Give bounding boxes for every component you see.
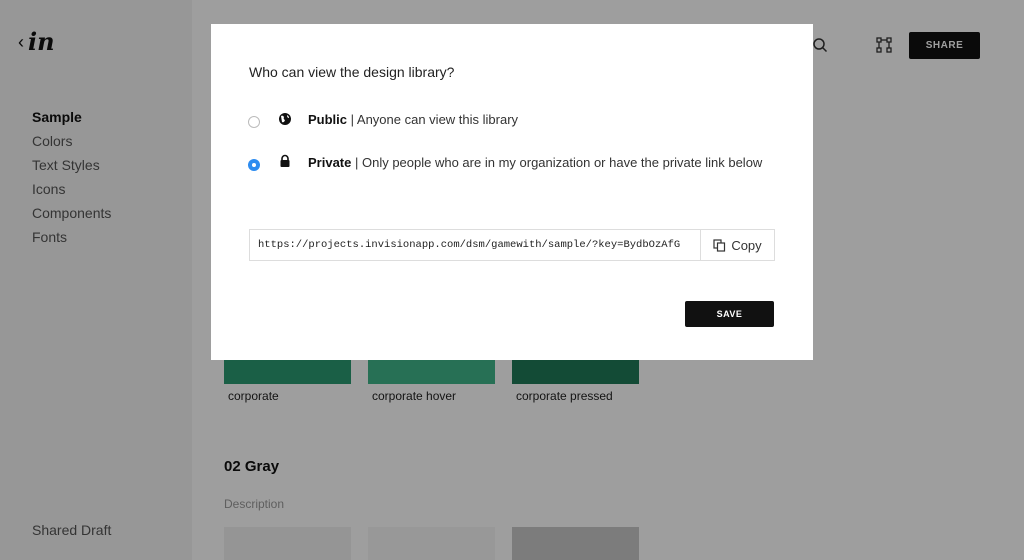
radio-private[interactable] [248,159,260,171]
option-private-text: Private | Only people who are in my orga… [308,155,763,170]
private-link-input[interactable]: https://projects.invisionapp.com/dsm/gam… [250,230,701,260]
copy-icon [713,238,726,252]
option-private[interactable] [248,159,260,171]
copy-button[interactable]: Copy [701,230,774,260]
globe-icon [279,113,291,125]
option-public-text: Public | Anyone can view this library [308,112,519,127]
radio-public[interactable] [248,116,260,128]
save-button[interactable]: SAVE [685,301,774,327]
option-public[interactable] [248,116,260,128]
copy-label: Copy [731,237,762,253]
share-settings-modal: Who can view the design library? Public … [211,24,813,360]
private-link-field: https://projects.invisionapp.com/dsm/gam… [249,229,775,261]
modal-question: Who can view the design library? [249,64,455,80]
lock-icon [280,154,290,167]
